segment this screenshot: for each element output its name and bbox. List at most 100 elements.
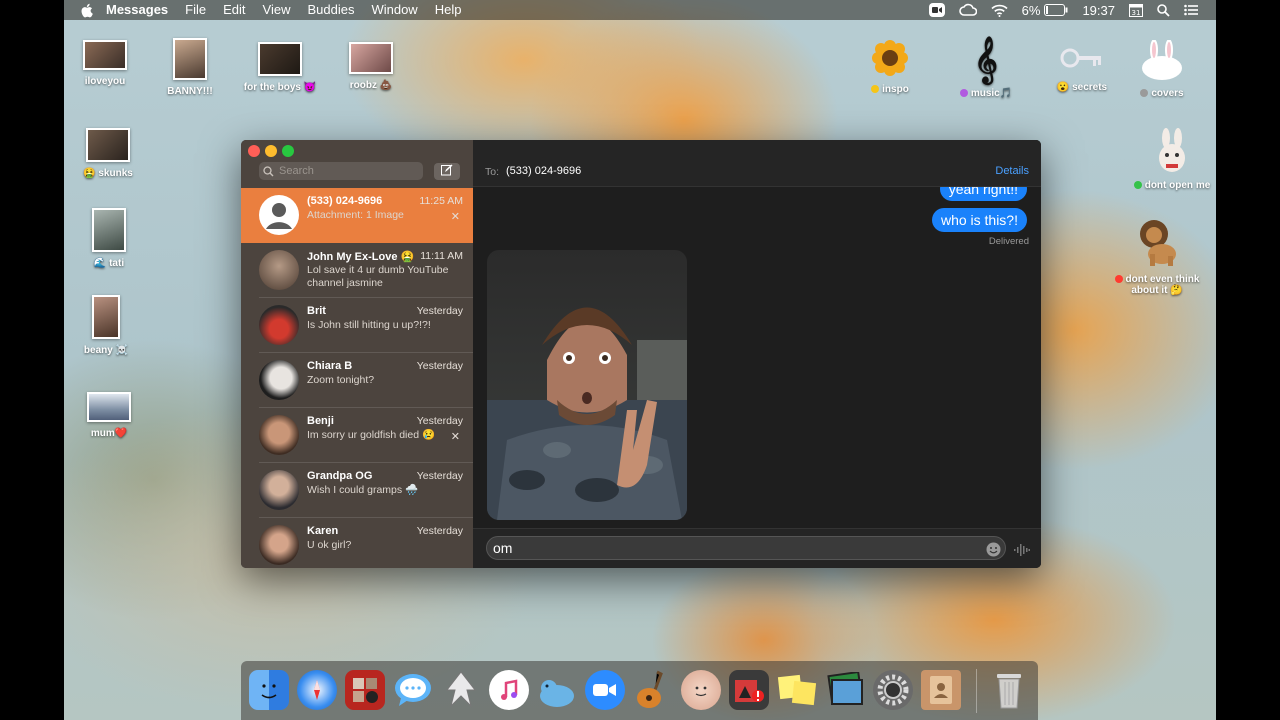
photo-booth-icon[interactable] [345,670,385,710]
image-attachment[interactable] [487,250,687,520]
notification-center-icon[interactable] [1184,4,1198,16]
conversation-name: Grandpa OG [307,470,373,482]
clock[interactable]: 19:37 [1082,3,1115,18]
emoji-picker-icon[interactable] [986,542,1001,562]
conversation-row-john[interactable]: John My Ex-Love 🤮 11:11 AM Lol save it 4… [241,243,473,298]
system-preferences-icon[interactable] [873,670,913,710]
conversation-row-brit[interactable]: Brit Yesterday Is John still hitting u u… [241,298,473,353]
minimize-window-button[interactable] [265,145,277,157]
conversation-preview: U ok girl? [307,539,352,551]
compose-icon [441,163,453,181]
purple-tag-icon [959,89,968,98]
desktop-folder-inspo[interactable]: inspo [845,38,935,95]
folder-thumbnail [173,38,207,80]
face-app-icon[interactable] [681,670,721,710]
avatar [259,250,299,290]
close-conversation-icon[interactable]: ✕ [451,210,460,223]
calendar-status-icon[interactable]: 31 [1129,3,1143,17]
desktop-folder-tati[interactable]: 🌊 tati [64,208,154,269]
music-icon[interactable] [489,670,529,710]
dock [241,661,1038,720]
battery-icon[interactable] [1044,4,1068,16]
garageband-icon[interactable] [633,670,673,710]
desktop-folder-roobz[interactable]: roobz 💩 [326,42,416,91]
contacts-icon[interactable] [921,670,961,710]
zoom-icon[interactable] [585,670,625,710]
details-button[interactable]: Details [995,165,1029,177]
menu-app-name[interactable]: Messages [106,0,168,20]
conversation-sidebar: Search (533) 024-9696 11:25 AM Attachmen… [241,140,473,568]
desktop-folder-banny[interactable]: BANNY!!! [145,38,235,97]
desktop-folder-label: roobz 💩 [349,80,393,91]
desktop-folder-label: music🎵 [941,88,1031,99]
desktop-folder-beany[interactable]: beany ☠️ [64,295,151,356]
trash-icon[interactable] [989,670,1029,710]
safari-icon[interactable] [297,670,337,710]
conversation-preview: Wish I could gramps 🌧️ [307,484,419,496]
menu-help[interactable]: Help [435,0,462,20]
battery-percentage: 6% [1021,2,1041,18]
wireshark-icon[interactable] [537,670,577,710]
desktop-folder-for-the-boys[interactable]: for the boys 😈 [235,42,325,93]
messages-icon[interactable] [393,670,433,710]
zoom-window-button[interactable] [282,145,294,157]
conversation-time: Yesterday [416,360,463,372]
conversation-row-unknown-number[interactable]: (533) 024-9696 11:25 AM Attachment: 1 Im… [241,188,473,243]
desktop-folder-mum[interactable]: mum❤️ [64,392,154,439]
photo-app-icon[interactable] [729,670,769,710]
conversation-row-karen[interactable]: Karen Yesterday U ok girl? [241,518,473,568]
plush-bunny-icon [1154,128,1190,174]
search-field[interactable]: Search [259,162,423,180]
treble-clef-icon: 𝄞 [974,37,998,83]
spotlight-search-icon[interactable] [1157,3,1170,17]
folder-thumbnail [258,42,302,76]
inkscape-icon[interactable] [441,670,481,710]
desktop-folder-covers[interactable]: covers [1117,39,1207,99]
audio-message-icon[interactable] [1014,543,1030,561]
conversation-row-chiara[interactable]: Chiara B Yesterday Zoom tonight? [241,353,473,408]
finder-icon[interactable] [249,670,289,710]
folder-thumbnail [86,128,130,162]
folder-thumbnail [92,295,120,339]
close-conversation-icon[interactable]: ✕ [451,430,460,443]
conversation-time: 11:11 AM [420,250,463,262]
desktop-folder-skunks[interactable]: 🤮 skunks [64,128,153,179]
menu-edit[interactable]: Edit [223,0,245,20]
desktop-folder-secrets[interactable]: 😮 secrets [1037,40,1127,93]
menu-window[interactable]: Window [371,0,417,20]
wifi-icon[interactable] [991,4,1008,17]
message-bubble[interactable]: who is this?! [931,208,1027,232]
menu-file[interactable]: File [185,0,206,20]
compose-button[interactable] [434,163,460,180]
recipient-field[interactable]: (533) 024-9696 [506,165,581,177]
desktop-folder-dont-even-think-about-it[interactable]: dont even think about it 🤔 [1102,218,1212,296]
folder-thumbnail [349,42,393,74]
conversation-row-benji[interactable]: Benji Yesterday Im sorry ur goldfish die… [241,408,473,463]
conversation-name: John My Ex-Love 🤮 [307,251,415,263]
zoom-status-icon[interactable] [928,3,945,17]
search-placeholder: Search [279,165,314,177]
desktop-folder-dont-open-me[interactable]: dont open me [1112,128,1216,191]
gray-tag-icon [1140,89,1149,98]
desktop-folder-label: inspo [845,84,935,95]
menu-buddies[interactable]: Buddies [307,0,354,20]
menu-view[interactable]: View [263,0,291,20]
conversation-preview: Lol save it 4 ur dumb YouTube channel ja… [307,264,449,289]
message-input[interactable] [486,536,1006,560]
desktop-folder-iloveyou[interactable]: iloveyou [64,40,150,87]
folder-thumbnail [87,392,131,422]
desktop-folder-label: covers [1117,88,1207,99]
desktop-folder-music[interactable]: 𝄞 music🎵 [941,38,1031,99]
conversation-row-grandpa[interactable]: Grandpa OG Yesterday Wish I could gramps… [241,463,473,518]
conversation-preview: Zoom tonight? [307,374,375,386]
stickies-icon[interactable] [777,670,817,710]
chat-header: To: (533) 024-9696 Details [473,140,1041,187]
preview-icon[interactable] [825,670,865,710]
close-window-button[interactable] [248,145,260,157]
compose-bar [473,528,1041,568]
apple-menu-icon[interactable] [80,3,96,18]
messages-window: Search (533) 024-9696 11:25 AM Attachmen… [241,140,1041,568]
creative-cloud-icon[interactable] [958,3,977,17]
desktop-folder-label: dont even think about it 🤔 [1102,274,1212,296]
dock-divider [976,669,977,713]
